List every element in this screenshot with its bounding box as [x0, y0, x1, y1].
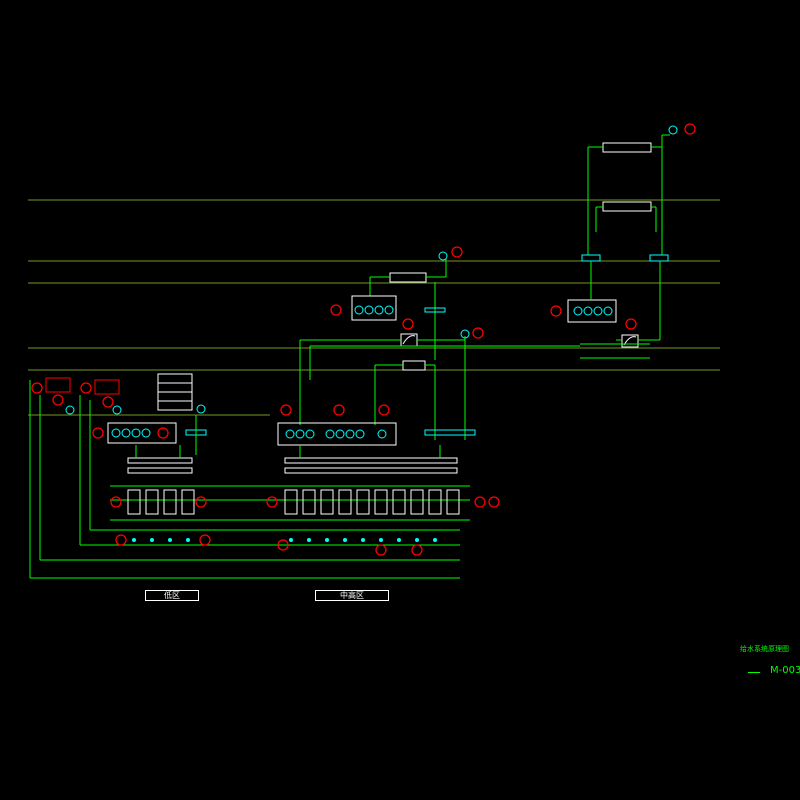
valve-icon: [402, 318, 414, 330]
drawing-title: 给水系统原理图: [740, 645, 789, 653]
valve-icon: [474, 496, 486, 508]
mid-lower-pump-station: [277, 360, 476, 446]
valve-icon: [195, 496, 207, 508]
valve-icon: [80, 382, 92, 394]
low-zone-pump-markers: [132, 538, 190, 542]
valve-icon: [102, 396, 114, 408]
roof-tanks: [581, 134, 670, 340]
gauge-icon: [438, 251, 448, 261]
valve-icon: [110, 496, 122, 508]
valve-icon: [378, 404, 390, 416]
valve-icon: [52, 394, 64, 406]
mid-zone-pump-units: [284, 489, 460, 515]
valve-icon: [92, 427, 104, 439]
valve-icon: [684, 123, 696, 135]
mid-zone-pump-markers: [289, 538, 437, 542]
valve-icon: [411, 544, 423, 556]
drawing-number: M-003: [770, 665, 800, 676]
mid-upper-pump-station: [299, 258, 580, 440]
pump-icon: [65, 405, 75, 415]
valve-icon: [550, 305, 562, 317]
mid-zone-label: 中高区: [315, 590, 389, 601]
distribution-headers: [30, 445, 470, 579]
low-zone-label: 低区: [145, 590, 199, 601]
valve-icon: [330, 304, 342, 316]
gauge-icon: [196, 404, 206, 414]
pump-icon: [112, 405, 122, 415]
title-underline: [748, 672, 760, 673]
valve-icon: [280, 404, 292, 416]
low-zone-pump-units: [127, 489, 195, 515]
valve-icon: [266, 496, 278, 508]
valve-icon: [451, 246, 463, 258]
valve-icon: [199, 534, 211, 546]
valve-icon: [625, 318, 637, 330]
valve-icon: [157, 427, 169, 439]
valve-icon: [488, 496, 500, 508]
valve-icon: [375, 544, 387, 556]
gauge-icon: [668, 125, 678, 135]
valve-icon: [333, 404, 345, 416]
upper-pump-station: [567, 296, 660, 359]
valve-icon: [472, 327, 484, 339]
piping-schematic: [28, 123, 720, 579]
valve-icon: [115, 534, 127, 546]
valve-icon: [31, 382, 43, 394]
